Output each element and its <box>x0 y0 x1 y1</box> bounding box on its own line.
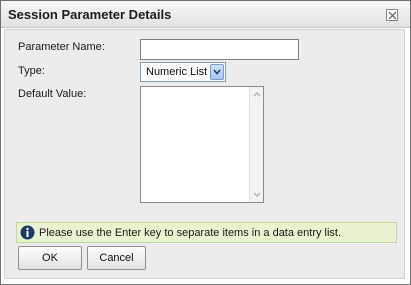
default-value-textarea[interactable] <box>140 86 264 203</box>
default-value-scrollbar[interactable] <box>249 87 263 202</box>
default-value-label: Default Value: <box>18 88 87 100</box>
parameter-name-label: Parameter Name: <box>18 41 105 53</box>
dialog-titlebar[interactable]: Session Parameter Details <box>1 1 410 28</box>
dialog-content: Parameter Name: Type: Numeric List Defau… <box>4 29 405 279</box>
session-parameter-dialog: Session Parameter Details Parameter Name… <box>0 0 411 285</box>
info-message-text: Please use the Enter key to separate ite… <box>39 227 342 239</box>
ok-button[interactable]: OK <box>18 246 82 270</box>
info-message-bar: Please use the Enter key to separate ite… <box>16 222 397 243</box>
scroll-up-button[interactable] <box>251 88 263 101</box>
close-icon <box>388 11 397 20</box>
dialog-title: Session Parameter Details <box>8 7 172 22</box>
chevron-down-icon <box>253 192 261 197</box>
type-label: Type: <box>18 65 45 77</box>
type-select-value: Numeric List <box>146 66 208 78</box>
type-select-dropdown-button[interactable] <box>210 64 224 80</box>
type-select[interactable]: Numeric List <box>140 62 226 82</box>
cancel-button[interactable]: Cancel <box>87 246 146 270</box>
chevron-up-icon <box>253 92 261 97</box>
parameter-name-input[interactable] <box>140 39 299 60</box>
scroll-down-button[interactable] <box>251 188 263 201</box>
info-icon <box>20 225 35 240</box>
close-button[interactable] <box>386 9 398 21</box>
chevron-down-icon <box>213 69 221 75</box>
